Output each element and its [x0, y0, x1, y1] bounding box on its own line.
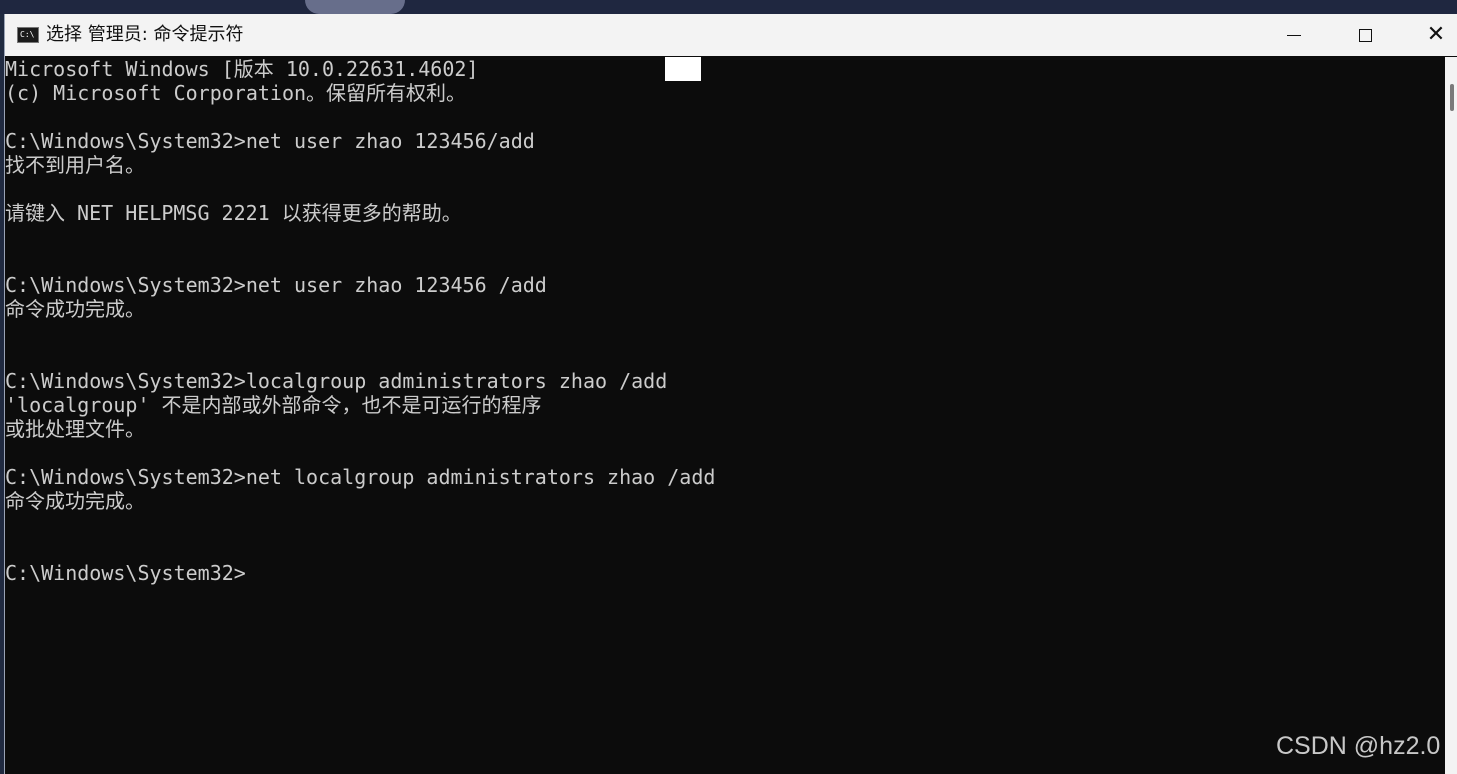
close-icon: ✕	[1426, 22, 1446, 47]
watermark-text: CSDN @hz2.0	[1276, 732, 1441, 760]
command-prompt-window: C:\ 选择 管理员: 命令提示符 ✕ Microsoft Windows [版…	[4, 14, 1457, 774]
terminal-line: C:\Windows\System32>net localgroup admin…	[5, 465, 716, 489]
desktop-decoration	[305, 0, 405, 14]
terminal-line: 'localgroup' 不是内部或外部命令，也不是可运行的程序	[5, 393, 542, 417]
terminal-output[interactable]: Microsoft Windows [版本 10.0.22631.4602] (…	[5, 57, 1443, 774]
window-titlebar[interactable]: C:\ 选择 管理员: 命令提示符 ✕	[5, 14, 1457, 56]
minimize-button[interactable]	[1259, 14, 1329, 56]
terminal-line: Microsoft Windows [版本 10.0.22631.4602]	[5, 57, 479, 81]
command-prompt-icon: C:\	[17, 27, 39, 43]
terminal-line: 命令成功完成。	[5, 489, 145, 513]
scroll-thumb[interactable]	[1450, 84, 1454, 111]
close-button[interactable]: ✕	[1401, 14, 1457, 56]
text-selection-block	[665, 57, 701, 81]
terminal-line: C:\Windows\System32>localgroup administr…	[5, 369, 668, 393]
terminal-line: C:\Windows\System32>	[5, 561, 246, 585]
vertical-scrollbar[interactable]	[1445, 57, 1457, 774]
terminal-line: 或批处理文件。	[5, 417, 145, 441]
terminal-line: C:\Windows\System32>net user zhao 123456…	[5, 273, 547, 297]
minimize-icon	[1287, 34, 1301, 36]
terminal-line: (c) Microsoft Corporation。保留所有权利。	[5, 81, 467, 105]
maximize-button[interactable]	[1330, 14, 1400, 56]
terminal-line: 请键入 NET HELPMSG 2221 以获得更多的帮助。	[5, 201, 462, 225]
terminal-line: C:\Windows\System32>net user zhao 123456…	[5, 129, 535, 153]
desktop-background-strip	[0, 0, 1457, 14]
terminal-line: 命令成功完成。	[5, 297, 145, 321]
window-title: 选择 管理员: 命令提示符	[46, 24, 244, 45]
terminal-line: 找不到用户名。	[5, 153, 145, 177]
maximize-icon	[1358, 28, 1372, 42]
